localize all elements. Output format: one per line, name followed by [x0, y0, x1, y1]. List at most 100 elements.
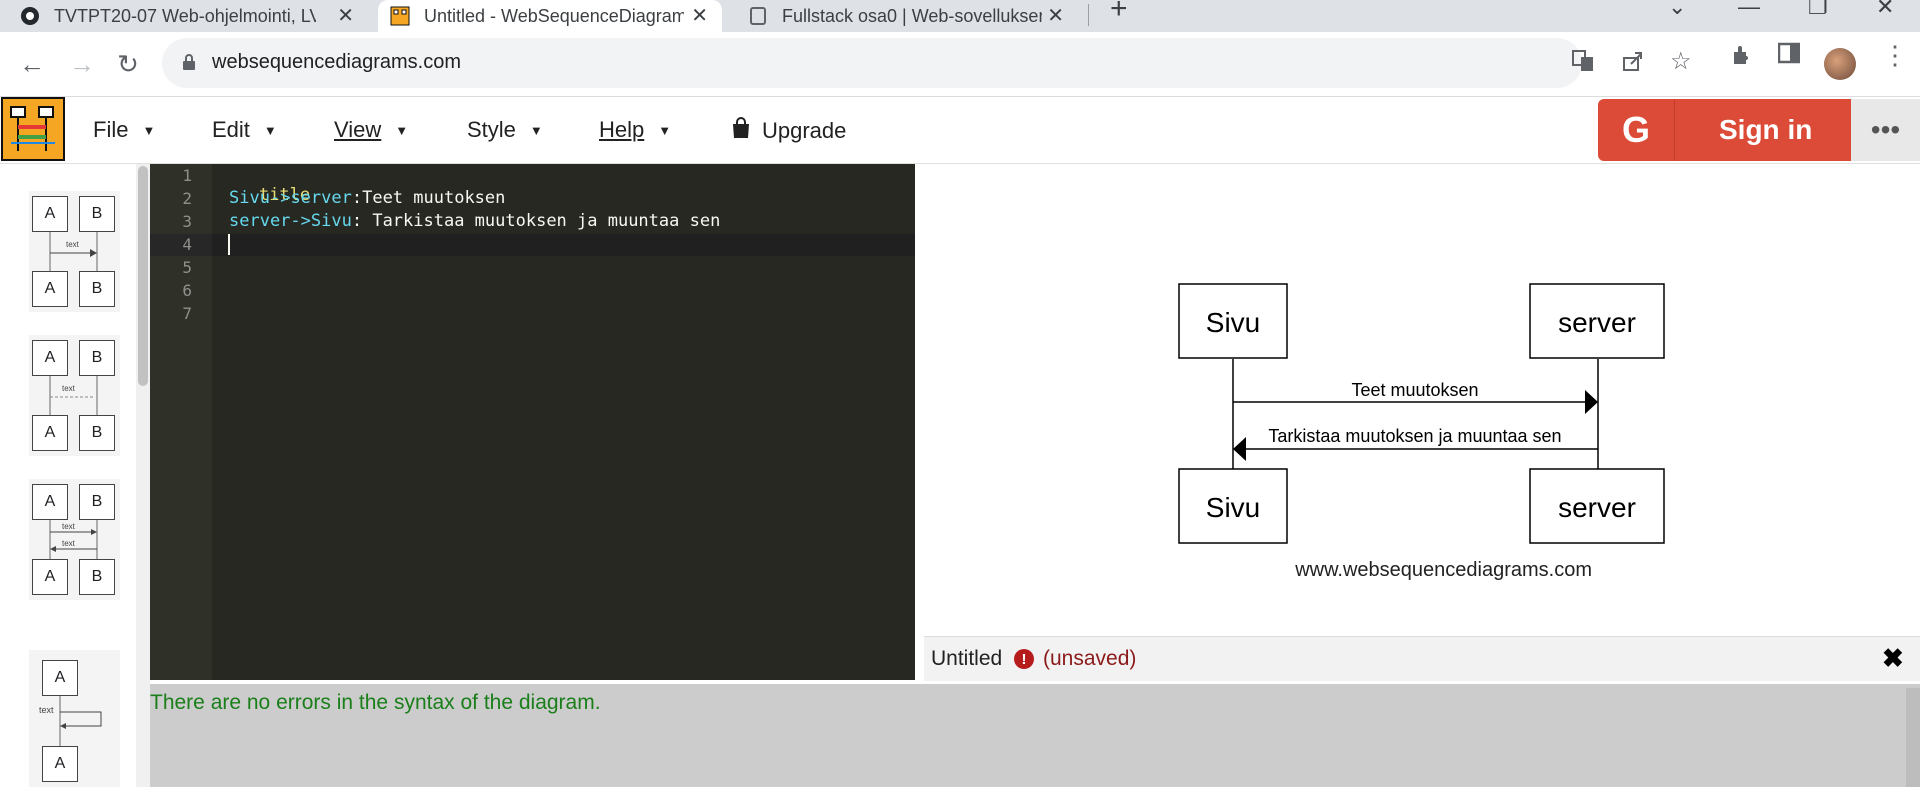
- line-number: 5: [182, 258, 192, 277]
- template-arrow: text: [49, 376, 98, 415]
- participant-label: Sivu: [1206, 492, 1260, 523]
- document-status-bar: Untitled ! (unsaved) ✖: [924, 636, 1920, 681]
- browser-toolbar: ← → ↻ websequencediagrams.com ☆ ⋮: [0, 32, 1920, 97]
- diagram-preview[interactable]: Sivu server Teet muutoksen Tarkistaa muu…: [915, 164, 1920, 634]
- chrome-menu-icon[interactable]: ⋮: [1882, 40, 1908, 71]
- minimize-icon[interactable]: —: [1738, 0, 1760, 20]
- template-text: text: [62, 384, 76, 393]
- error-panel-scrollbar[interactable]: [1906, 688, 1920, 787]
- code-arrow: ->: [269, 188, 291, 208]
- text-cursor: [228, 234, 230, 255]
- template-solid-message[interactable]: A B A B text: [29, 191, 120, 312]
- message-label: Tarkistaa muutoksen ja muuntaa sen: [1268, 426, 1561, 446]
- wsd-logo-icon[interactable]: [1, 97, 65, 161]
- sign-in-label: Sign in: [1719, 114, 1813, 145]
- code-editor[interactable]: 1 2 3 4 5 6 7 title Sivu->server:Teet mu…: [150, 164, 915, 680]
- syntax-status-message: There are no errors in the syntax of the…: [150, 691, 601, 714]
- code-participant: server: [229, 211, 291, 231]
- menu-label: Help: [599, 117, 645, 142]
- menu-file[interactable]: File ▼: [93, 117, 155, 143]
- profile-avatar[interactable]: [1824, 48, 1856, 80]
- code-line-3[interactable]: server->Sivu: Tarkistaa muutoksen ja muu…: [229, 211, 720, 231]
- more-options-button[interactable]: •••: [1851, 99, 1920, 161]
- browser-tab-strip: TVTPT20-07 Web-ohjelmointi, LV ✕ Untitle…: [0, 0, 1920, 32]
- unsaved-indicator: (unsaved): [1043, 647, 1137, 670]
- template-text: text: [62, 539, 76, 548]
- maximize-icon[interactable]: ❐: [1808, 0, 1828, 20]
- window-close-icon[interactable]: ✕: [1876, 0, 1894, 20]
- line-number: 3: [182, 212, 192, 231]
- template-text: text: [39, 705, 54, 715]
- close-tab-icon[interactable]: ✕: [691, 3, 708, 28]
- close-tab-icon[interactable]: ✕: [337, 3, 354, 28]
- menu-label: File: [93, 117, 129, 142]
- code-line-2[interactable]: Sivu->server:Teet muutoksen: [229, 188, 505, 208]
- menu-label: Edit: [212, 117, 250, 142]
- close-icon[interactable]: ✖: [1882, 643, 1904, 674]
- forward-icon[interactable]: →: [62, 44, 102, 84]
- url-text[interactable]: websequencediagrams.com: [212, 51, 461, 74]
- line-number: 1: [182, 166, 192, 185]
- participant-label: Sivu: [1206, 307, 1260, 338]
- tab-title: Fullstack osa0 | Web-sovelluksen: [782, 5, 1042, 26]
- menu-label: Style: [467, 117, 516, 142]
- side-panel-icon[interactable]: [1777, 42, 1801, 70]
- reload-icon[interactable]: ↻: [108, 44, 148, 84]
- line-number: 2: [182, 189, 192, 208]
- palette-scrollbar-thumb[interactable]: [138, 166, 148, 386]
- caret-down-icon: ▼: [263, 122, 277, 138]
- page-icon: [748, 6, 768, 26]
- code-participant: Sivu: [229, 188, 270, 208]
- tab-search-icon[interactable]: ⌄: [1668, 0, 1686, 20]
- browser-tab-course[interactable]: TVTPT20-07 Web-ohjelmointi, LV ✕: [20, 0, 368, 32]
- template-text: text: [66, 240, 80, 249]
- template-text: text: [62, 522, 76, 531]
- share-icon[interactable]: [1622, 50, 1644, 78]
- document-name[interactable]: Untitled: [931, 647, 1002, 671]
- close-tab-icon[interactable]: ✕: [1047, 3, 1064, 28]
- back-icon[interactable]: ←: [12, 44, 52, 84]
- wsd-favicon-icon: [390, 6, 410, 26]
- template-request-response[interactable]: A B A B text text: [29, 479, 120, 600]
- bookmark-star-icon[interactable]: ☆: [1670, 47, 1692, 76]
- caret-down-icon: ▼: [658, 122, 672, 138]
- code-participant: Sivu: [310, 211, 352, 231]
- menu-edit[interactable]: Edit ▼: [212, 117, 277, 143]
- template-dashed-message[interactable]: A B A B text: [29, 335, 120, 456]
- arrowhead-2: [1233, 437, 1246, 461]
- template-self-message[interactable]: A A text: [29, 650, 120, 787]
- browser-tab-fullstack[interactable]: Fullstack osa0 | Web-sovelluksen ✕: [748, 0, 1078, 32]
- browser-tab-wsd[interactable]: Untitled - WebSequenceDiagram ✕: [378, 0, 722, 32]
- code-message: : Tarkistaa muutoksen ja muuntaa sen: [351, 211, 721, 231]
- address-bar[interactable]: websequencediagrams.com ☆: [162, 38, 1692, 88]
- menu-view[interactable]: View ▼: [334, 117, 408, 143]
- template-arrow: text: [39, 696, 102, 746]
- sign-in-button[interactable]: G Sign in: [1598, 99, 1851, 161]
- google-icon: G: [1598, 99, 1675, 161]
- shopping-bag-icon: [730, 117, 752, 145]
- line-number: 4: [182, 235, 192, 254]
- caret-down-icon: ▼: [395, 122, 409, 138]
- template-arrow: text text: [49, 520, 98, 559]
- app-header: File ▼ Edit ▼ View ▼ Style ▼ Help ▼ Upgr…: [0, 97, 1920, 164]
- extensions-icon[interactable]: [1730, 42, 1754, 72]
- editor-active-line: [212, 234, 915, 256]
- caret-down-icon: ▼: [529, 122, 543, 138]
- upgrade-label: Upgrade: [762, 118, 847, 143]
- lock-icon[interactable]: [182, 53, 196, 76]
- menu-help[interactable]: Help ▼: [599, 117, 671, 143]
- translate-icon[interactable]: [1572, 50, 1594, 78]
- upgrade-button[interactable]: Upgrade: [730, 117, 846, 145]
- template-palette: A B A B text A B A B text A B A B text t: [0, 164, 150, 787]
- menu-style[interactable]: Style ▼: [467, 117, 543, 143]
- message-label: Teet muutoksen: [1351, 380, 1478, 400]
- new-tab-button[interactable]: +: [1110, 0, 1128, 26]
- warning-icon: !: [1014, 649, 1034, 669]
- syntax-error-panel: There are no errors in the syntax of the…: [150, 684, 1920, 787]
- participant-label: server: [1558, 492, 1636, 523]
- code-arrow: ->: [290, 211, 311, 231]
- line-number: 6: [182, 281, 192, 300]
- menu-label: View: [334, 117, 382, 142]
- code-participant: server: [290, 188, 352, 208]
- participant-label: server: [1558, 307, 1636, 338]
